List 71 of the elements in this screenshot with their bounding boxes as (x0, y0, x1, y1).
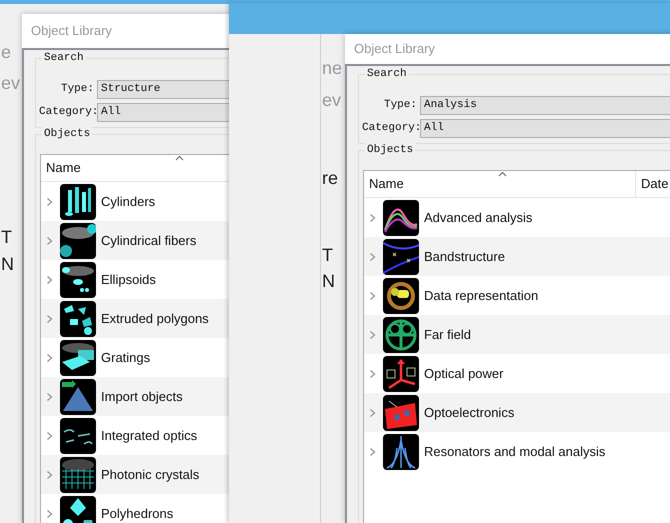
waveguide-icon (60, 418, 96, 454)
text-fragment: e (1, 42, 12, 62)
ellipsoids-icon (60, 262, 96, 298)
object-name: Advanced analysis (424, 208, 532, 227)
import-icon (60, 378, 96, 414)
chevron-icon[interactable] (45, 236, 54, 246)
chevron-icon[interactable] (45, 314, 54, 324)
chevron-icon[interactable] (45, 508, 54, 518)
field-label: Type: (382, 98, 418, 114)
chip-icon (383, 394, 419, 430)
dropdown[interactable]: All (420, 119, 670, 138)
object-name: Bandstructure (424, 248, 505, 266)
curves-icon (383, 200, 419, 236)
chevron-icon[interactable] (45, 470, 54, 480)
field-label: Category: (39, 105, 97, 120)
object-name: Optical power (424, 364, 504, 383)
fibers-icon (60, 222, 96, 258)
polyhedra-icon (60, 496, 96, 523)
object-name: Data representation (424, 286, 538, 305)
object-name: Integrated optics (101, 426, 198, 445)
text-fragment: T (1, 227, 12, 247)
column-header[interactable]: Date (636, 171, 670, 197)
sort-caret-icon (175, 155, 184, 161)
object-name: Polyhedrons (101, 504, 174, 523)
chevron-icon[interactable] (45, 352, 54, 362)
chevron-icon[interactable] (368, 212, 377, 222)
object-name: Extruded polygons (101, 310, 209, 328)
list-row[interactable]: Optoelectronics (364, 393, 670, 432)
object-name: Import objects (101, 388, 183, 406)
list-row[interactable]: Bandstructure (364, 237, 670, 276)
chevron-icon[interactable] (368, 408, 377, 418)
chevron-icon[interactable] (368, 446, 377, 456)
peak-icon (383, 434, 419, 470)
cylinders-icon (60, 184, 96, 220)
group-title: Objects (42, 127, 92, 141)
chevron-icon[interactable] (45, 392, 54, 402)
bands-icon (383, 238, 419, 274)
field-label: Category: (362, 121, 420, 136)
cycle-icon (383, 278, 419, 314)
object-name: Photonic crystals (101, 466, 200, 484)
polygons-icon (60, 300, 96, 336)
circle-grid-icon (383, 316, 419, 352)
dialog-title: Object Library (354, 40, 435, 58)
chevron-icon[interactable] (368, 368, 377, 378)
object-name: Ellipsoids (101, 270, 156, 289)
object-name: Cylindrical fibers (101, 232, 196, 250)
dialog-title: Object Library (31, 22, 112, 40)
chevron-icon[interactable] (368, 290, 377, 300)
chevron-icon[interactable] (45, 274, 54, 284)
object-name: Cylinders (101, 192, 156, 211)
text-fragment: N (1, 254, 14, 274)
group-title: Objects (365, 143, 416, 157)
lattice-icon (60, 456, 96, 492)
object-name: Resonators and modal analysis (424, 442, 606, 461)
sort-caret-icon (498, 171, 507, 177)
chevron-icon[interactable] (368, 330, 377, 340)
list-row[interactable]: Far field (364, 315, 670, 354)
axes-icon (383, 356, 419, 392)
text-fragment: N (322, 271, 335, 291)
chevron-icon[interactable] (45, 430, 54, 440)
column-header[interactable]: Name (364, 171, 636, 197)
object-name: Optoelectronics (424, 404, 514, 422)
object-name: Far field (424, 326, 471, 344)
field-label: Type: (60, 82, 95, 98)
dropdown[interactable]: Analysis (420, 96, 670, 115)
text-fragment: ev (1, 73, 20, 93)
chevron-icon[interactable] (368, 252, 377, 262)
object-name: Gratings (101, 348, 150, 367)
grating-icon (60, 340, 96, 376)
text-fragment: ne (322, 58, 342, 78)
chevron-icon[interactable] (45, 196, 54, 206)
